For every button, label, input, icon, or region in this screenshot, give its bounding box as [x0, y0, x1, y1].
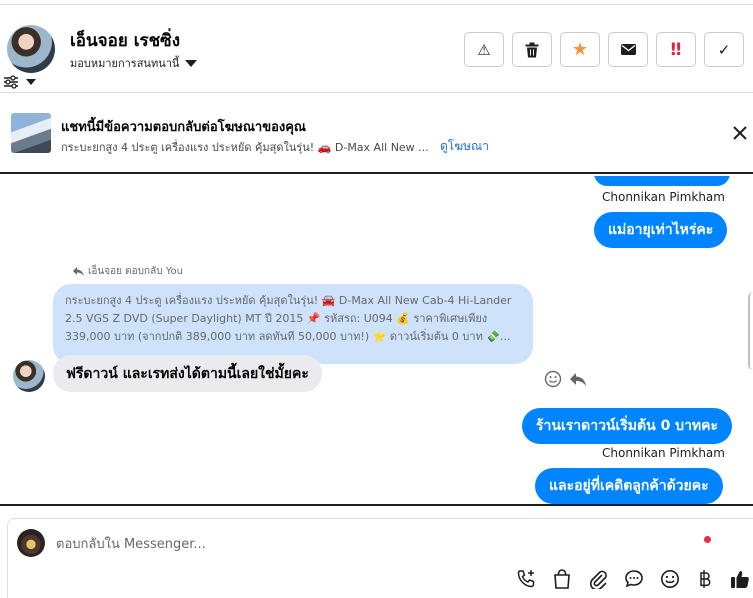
banner-title: แชทนี้มีข้อความตอบกลับต่อโฆษณาของคุณ — [61, 120, 306, 135]
reply-indicator: เอ็นจอย ตอบกลับ You — [73, 264, 183, 279]
reply-input[interactable] — [56, 534, 656, 554]
page-avatar — [17, 529, 45, 557]
warning-icon: ⚠ — [477, 40, 491, 59]
baht-icon — [700, 570, 711, 588]
thumbs-up-icon — [731, 571, 749, 588]
delete-button[interactable] — [512, 32, 552, 67]
contact-avatar[interactable] — [7, 25, 55, 73]
envelope-icon — [620, 44, 636, 55]
call-add-button[interactable] — [515, 568, 537, 590]
report-spam-button[interactable]: ⚠ — [464, 32, 504, 67]
message-thread[interactable]: Chonnikan Pimkham แม่อายุเท่าไหร่คะ เอ็น… — [0, 176, 753, 506]
star-button[interactable]: ★ — [560, 32, 600, 67]
payment-button[interactable] — [695, 568, 717, 590]
check-icon: ✓ — [717, 40, 731, 59]
sliders-icon — [4, 75, 18, 89]
emoji-icon — [661, 570, 679, 588]
close-icon[interactable] — [731, 124, 749, 142]
quoted-ad-message[interactable]: กระบะยกสูง 4 ประตู เครื่องแรง ประหยัด คุ… — [53, 284, 533, 364]
assign-conversation-dropdown[interactable]: มอบหมายการสนทนานี้ — [70, 54, 198, 72]
ad-thumbnail[interactable] — [11, 113, 51, 153]
attach-button[interactable] — [587, 568, 609, 590]
mark-unread-button[interactable] — [608, 32, 648, 67]
notification-dot — [704, 536, 711, 543]
emoji-button[interactable] — [659, 568, 681, 590]
chat-bubble-icon — [625, 570, 643, 588]
conversation-header: เอ็นจอย เรชซิ่ง มอบหมายการสนทนานี้ ⚠ ★ ‼… — [0, 5, 753, 93]
double-exclamation-icon: ‼ — [670, 39, 682, 60]
like-button[interactable] — [729, 568, 751, 590]
banner-ad-text: กระบะยกสูง 4 ประตู เครื่องแรง ประหยัด คุ… — [61, 141, 429, 154]
outgoing-message[interactable]: ร้านเราดาวน์เริ่มต้น 0 บาทคะ — [522, 408, 733, 444]
trash-icon — [525, 42, 539, 57]
follow-up-button[interactable]: ‼ — [656, 32, 696, 67]
reply-arrow-icon — [73, 267, 84, 276]
paperclip-icon — [590, 570, 607, 589]
contact-name[interactable]: เอ็นจอย เรชซิ่ง — [70, 27, 180, 54]
message-composer — [7, 518, 753, 598]
side-panel-handle[interactable] — [748, 292, 753, 370]
react-emoji-icon[interactable] — [544, 370, 562, 388]
reply-indicator-label: เอ็นจอย ตอบกลับ You — [88, 266, 183, 277]
shopping-bag-button[interactable] — [551, 568, 573, 590]
contact-avatar[interactable] — [13, 360, 45, 392]
assign-label: มอบหมายการสนทนานี้ — [70, 57, 180, 70]
quoted-line: 339,000 บาท (จากปกติ 389,000 บาท ลดทันที… — [65, 330, 511, 343]
reply-icon[interactable] — [569, 370, 587, 388]
sender-name: Chonnikan Pimkham — [602, 190, 725, 204]
view-ad-link[interactable]: ดูโฆษณา — [440, 137, 489, 156]
outgoing-message-clipped — [594, 176, 730, 186]
saved-replies-button[interactable] — [623, 568, 645, 590]
phone-plus-icon — [517, 570, 535, 588]
ad-reply-banner: แชทนี้มีข้อความตอบกลับต่อโฆษณาของคุณ กระ… — [0, 94, 753, 174]
filter-dropdown[interactable] — [4, 75, 36, 89]
sender-name: Chonnikan Pimkham — [602, 446, 725, 460]
chevron-down-icon — [185, 59, 198, 67]
outgoing-message[interactable]: แม่อายุเท่าไหร่คะ — [594, 212, 728, 248]
star-icon: ★ — [571, 39, 589, 60]
chevron-down-icon — [26, 79, 36, 85]
mark-done-button[interactable]: ✓ — [704, 32, 744, 67]
shopping-bag-icon — [554, 569, 570, 589]
quoted-line: กระบะยกสูง 4 ประตู เครื่องแรง ประหยัด คุ… — [65, 294, 512, 307]
quoted-line: 2.5 VGS Z DVD (Super Daylight) MT ปี 201… — [65, 312, 488, 325]
incoming-message[interactable]: ฟรีดาวน์ และเรทส่งได้ตามนี้เลยใช่มั้ยคะ — [53, 355, 322, 392]
outgoing-message[interactable]: และอยู่ที่เคดิตลูกค้าด้วยคะ — [535, 468, 723, 504]
